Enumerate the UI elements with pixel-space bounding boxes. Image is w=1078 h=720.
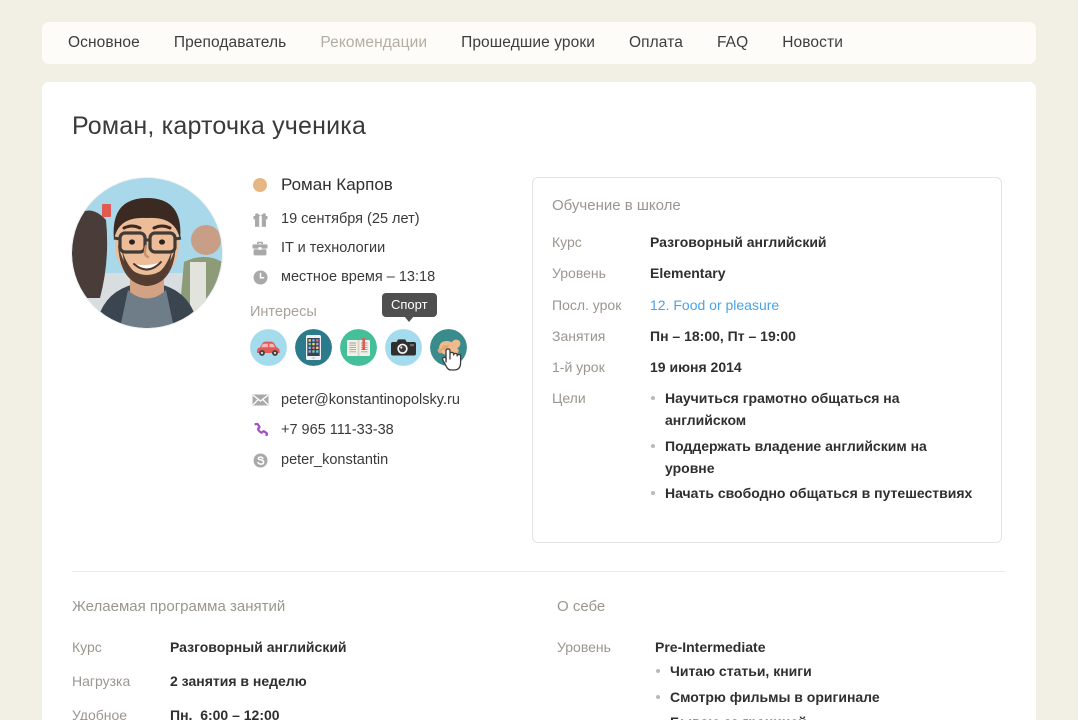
gift-icon <box>250 211 270 227</box>
person-localtime: местное время – 13:18 <box>281 269 436 285</box>
about-row-level: Уровень Pre-Intermediate Читаю статьи, к… <box>557 637 1006 720</box>
school-row-schedule-value: Пн – 18:00, Пт – 19:00 <box>650 327 796 344</box>
person-birthday-row: 19 сентября (25 лет) <box>250 211 499 227</box>
person-info-column: Роман Карпов 19 сентября (25 лет) IT и т… <box>224 175 499 482</box>
contact-phone: +7 965 111-33-38 <box>281 422 394 438</box>
interest-tablet-icon[interactable] <box>295 329 332 366</box>
program-course-key: Курс <box>72 638 102 655</box>
school-row-lastlesson-link[interactable]: 12. Food or pleasure <box>650 295 779 315</box>
nav-item-oplata[interactable]: Оплата <box>629 34 683 52</box>
program-time-key: Удобное время <box>72 706 128 720</box>
program-row-time: Удобное время Пн, 6:00 – 12:00 Вт, 18:00… <box>72 705 557 720</box>
program-course-value: Разговорный английский <box>170 638 347 655</box>
contact-email: peter@konstantinopolsky.ru <box>281 392 460 408</box>
about-level-bullet: Смотрю фильмы в оригинале <box>655 687 880 709</box>
school-row-course-value: Разговорный английский <box>650 234 827 250</box>
program-time-values: Пн, 6:00 – 12:00 Вт, 18:00 – 22:00 Сб, 1… <box>170 705 287 720</box>
goal-item: Поддержать владение английским на уровне <box>650 436 977 479</box>
person-birthday: 19 сентября (25 лет) <box>281 211 420 227</box>
avatar-column <box>72 175 224 328</box>
about-section: О себе Уровень Pre-Intermediate Читаю ст… <box>557 598 1006 720</box>
briefcase-icon <box>250 241 270 256</box>
avatar[interactable] <box>72 178 222 328</box>
school-row-lastlesson: Посл. урок 12. Food or pleasure <box>552 295 977 315</box>
goal-item: Начать свободно общаться в путешествиях <box>650 483 977 505</box>
profile-top-row: Роман Карпов 19 сентября (25 лет) IT и т… <box>72 175 1006 543</box>
nav-item-proshedshie-uroki[interactable]: Прошедшие уроки <box>461 34 595 52</box>
school-goals-list: Научиться грамотно общаться на английско… <box>650 388 977 508</box>
contact-skype-row[interactable]: peter_konstantin <box>250 452 499 468</box>
about-level-bullet: Бываю за границей <box>655 712 880 720</box>
user-coin-icon <box>250 178 270 192</box>
program-row-course: Курс Разговорный английский <box>72 637 557 658</box>
nav-item-osnovnoe[interactable]: Основное <box>68 34 140 52</box>
contact-phone-row[interactable]: +7 965 111-33-38 <box>250 422 499 438</box>
school-row-schedule: Занятия Пн – 18:00, Пт – 19:00 <box>552 326 977 346</box>
person-name: Роман Карпов <box>281 175 393 194</box>
interest-car-icon[interactable] <box>250 329 287 366</box>
program-load-value: 2 занятия в неделю <box>170 672 307 689</box>
main-navigation: Основное Преподаватель Рекомендации Прош… <box>42 22 1036 64</box>
about-level-key: Уровень <box>557 638 611 655</box>
avatar-photo <box>72 178 222 328</box>
school-row-schedule-key: Занятия <box>552 327 606 344</box>
contact-skype: peter_konstantin <box>281 452 389 468</box>
person-field-row: IT и технологии <box>250 240 499 256</box>
envelope-icon <box>250 394 270 406</box>
goal-item: Научиться грамотно общаться на английско… <box>650 388 977 431</box>
interest-book-icon[interactable] <box>340 329 377 366</box>
student-card: Роман, карточка ученика Роман Карпов 19 … <box>42 82 1036 720</box>
school-info-panel: Обучение в школе Курс Разговорный англий… <box>532 177 1002 543</box>
school-row-course: Курс Разговорный английский <box>552 232 977 252</box>
school-row-level-value: Elementary <box>650 265 726 282</box>
page-title: Роман, карточка ученика <box>72 112 367 140</box>
person-name-row: Роман Карпов <box>250 175 499 195</box>
program-time-line: Пн, 6:00 – 12:00 <box>170 706 280 720</box>
program-section: Желаемая программа занятий Курс Разговор… <box>72 598 557 720</box>
nav-item-rekomendacii[interactable]: Рекомендации <box>320 34 427 52</box>
person-field: IT и технологии <box>281 240 386 256</box>
school-row-level: Уровень Elementary <box>552 263 977 283</box>
interest-tooltip: Спорт <box>382 293 437 322</box>
nav-item-faq[interactable]: FAQ <box>717 34 748 52</box>
interest-sport-icon[interactable] <box>430 329 467 366</box>
program-title: Желаемая программа занятий <box>72 597 286 615</box>
bottom-sections: Желаемая программа занятий Курс Разговор… <box>72 572 1006 720</box>
school-row-level-key: Уровень <box>552 265 606 282</box>
program-row-load: Нагрузка 2 занятия в неделю <box>72 671 557 692</box>
school-row-course-key: Курс <box>552 234 582 250</box>
nav-item-prepodavatel[interactable]: Преподаватель <box>174 34 287 52</box>
interests-label: Интересы <box>250 304 317 320</box>
school-row-lastlesson-key: Посл. урок <box>552 296 622 313</box>
about-level-bullet: Читаю статьи, книги <box>655 661 880 683</box>
contacts-list: peter@konstantinopolsky.ru +7 965 111-33… <box>250 392 499 468</box>
interest-camera-icon[interactable] <box>385 329 422 366</box>
school-row-goals-key: Цели <box>552 390 586 407</box>
skype-icon <box>250 453 270 468</box>
nav-item-novosti[interactable]: Новости <box>782 34 843 52</box>
about-level-value-block: Pre-Intermediate Читаю статьи, книги Смо… <box>655 637 880 720</box>
school-row-goals: Цели Научиться грамотно общаться на англ… <box>552 388 977 508</box>
phone-icon <box>250 422 270 438</box>
school-row-firstlesson: 1-й урок 19 июня 2014 <box>552 357 977 377</box>
clock-icon <box>250 270 270 285</box>
contact-email-row[interactable]: peter@konstantinopolsky.ru <box>250 392 499 408</box>
about-level-value: Pre-Intermediate <box>655 638 766 655</box>
page-root: Основное Преподаватель Рекомендации Прош… <box>0 0 1078 720</box>
program-load-key: Нагрузка <box>72 672 131 689</box>
person-localtime-row: местное время – 13:18 <box>250 269 499 285</box>
school-row-firstlesson-key: 1-й урок <box>552 359 605 376</box>
interests-list: Спорт <box>250 293 499 371</box>
about-title: О себе <box>557 597 606 615</box>
school-row-firstlesson-value: 19 июня 2014 <box>650 359 742 376</box>
school-panel-title: Обучение в школе <box>552 197 681 214</box>
